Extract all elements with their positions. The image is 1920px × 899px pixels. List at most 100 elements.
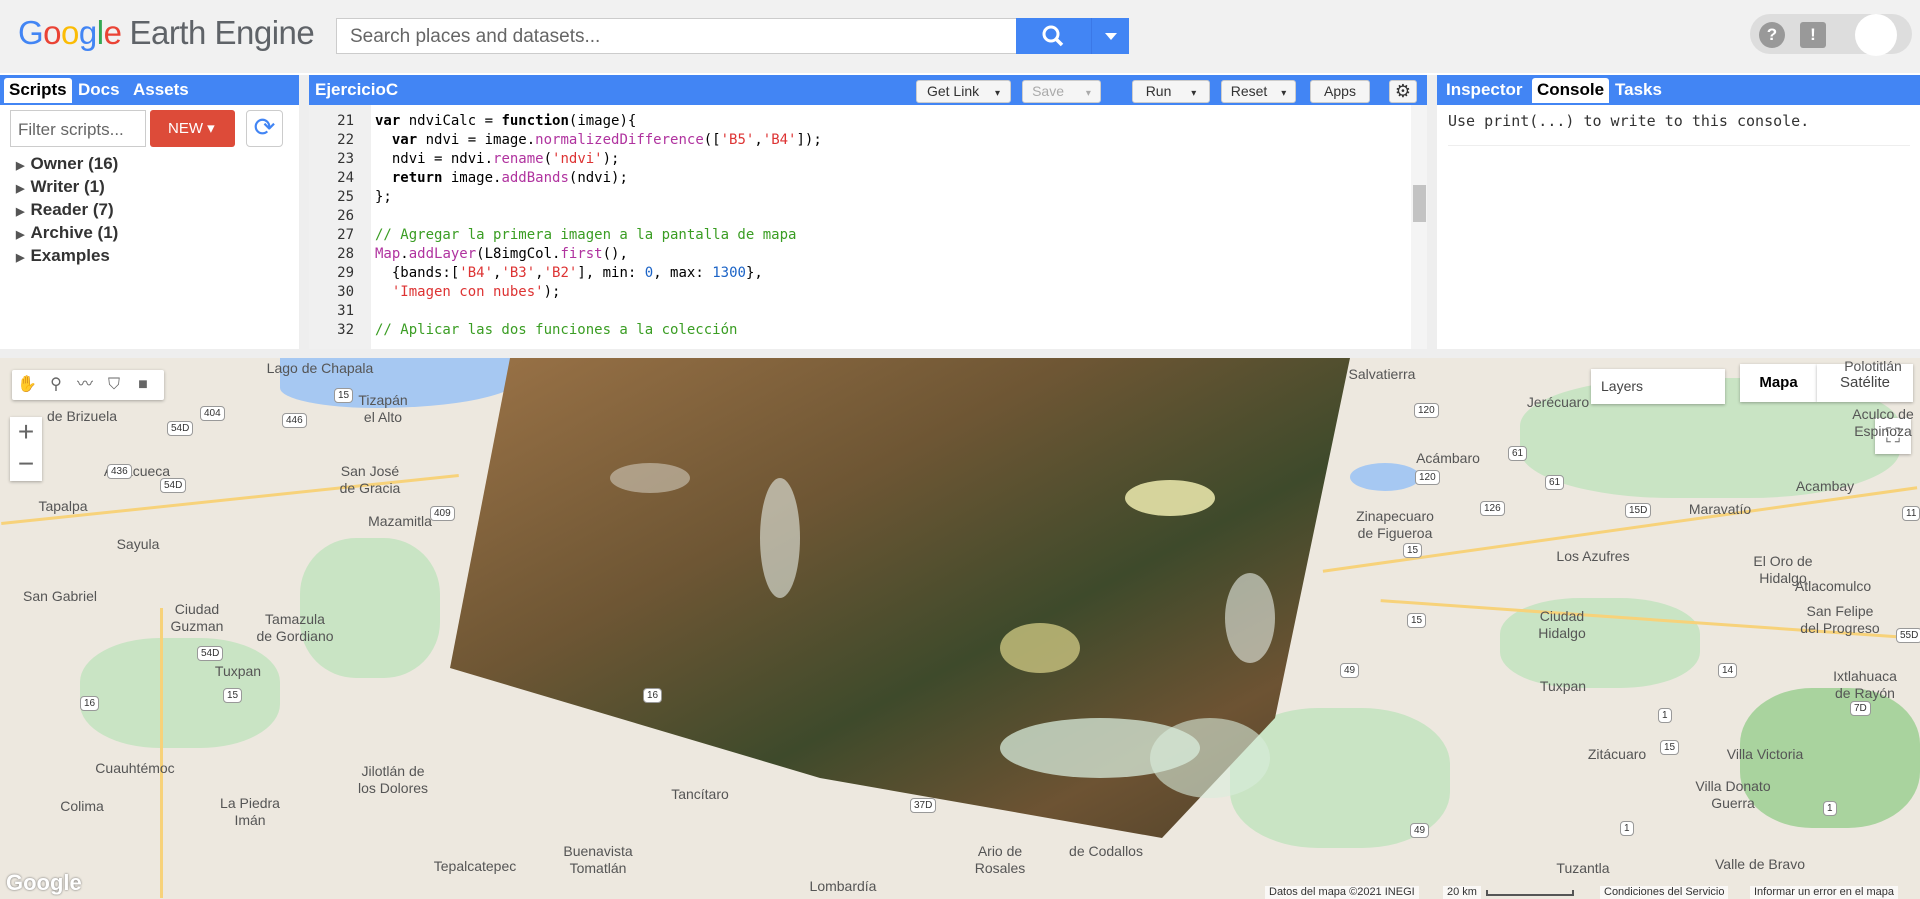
map-place-label: Los Azufres: [1556, 548, 1630, 564]
scripts-panel: Filter scripts... NEW ▾ ⟳ ▶ Owner (16) ▶ W…: [0, 105, 299, 349]
code-line: // Agregar la primera imagen a la pantal…: [375, 227, 797, 243]
panel-divider[interactable]: [1427, 75, 1437, 349]
search-button[interactable]: [1016, 18, 1091, 54]
map-type-mapa[interactable]: Mapa: [1740, 364, 1817, 402]
map-place-label: Jerécuaro: [1526, 394, 1590, 410]
zoom-out-button[interactable]: −: [10, 449, 42, 481]
caret-right-icon: ▶: [16, 206, 25, 218]
road-shield: 15: [334, 388, 354, 403]
marker-icon[interactable]: ⚲: [45, 374, 67, 396]
tree-item-owner[interactable]: ▶ Owner (16): [16, 154, 118, 174]
save-button[interactable]: Save ▾: [1022, 80, 1101, 103]
map-place-label: Salvatierra: [1348, 366, 1416, 382]
road-shield: 15D: [1625, 503, 1652, 518]
map-place-label: Tapalpa: [38, 498, 88, 514]
code-line: ndvi = ndvi.rename('ndvi');: [375, 151, 620, 167]
tab-assets[interactable]: Assets: [128, 78, 194, 103]
line-number: 32: [337, 322, 354, 338]
script-title: EjercicioC: [315, 80, 399, 99]
tab-inspector[interactable]: Inspector: [1441, 78, 1528, 103]
code-line: Map.addLayer(L8imgCol.first(),: [375, 246, 628, 262]
tree-item-reader[interactable]: ▶ Reader (7): [16, 200, 114, 220]
map-place-label: Lago de Chapala: [266, 360, 374, 376]
road-shield: 61: [1545, 475, 1565, 490]
map-place-label: Villa Victoria: [1726, 746, 1804, 762]
road-shield: 120: [1415, 470, 1440, 485]
filter-scripts-input[interactable]: Filter scripts...: [10, 110, 146, 147]
map-place-label: La Piedra Imán: [220, 795, 280, 828]
road-shield: 16: [80, 696, 100, 711]
map-place-label: Acambay: [1795, 478, 1855, 494]
tab-scripts[interactable]: Scripts: [4, 78, 72, 103]
avatar[interactable]: [1855, 14, 1897, 56]
run-button[interactable]: Run ▾: [1132, 80, 1210, 103]
rectangle-icon[interactable]: ■: [132, 374, 154, 396]
layers-button[interactable]: Layers: [1591, 369, 1725, 404]
road-shield: 15: [1403, 543, 1423, 558]
scrollbar-thumb[interactable]: [1413, 185, 1426, 222]
code-line: var ndviCalc = function(image){: [375, 113, 637, 129]
tree-item-archive[interactable]: ▶ Archive (1): [16, 223, 118, 243]
map-place-label: Tuzantla: [1556, 860, 1610, 876]
new-button[interactable]: NEW ▾: [150, 110, 235, 147]
editor-scrollbar[interactable]: [1411, 105, 1427, 349]
polygon-icon[interactable]: ⛉: [103, 374, 125, 396]
reset-button[interactable]: Reset ▾: [1221, 80, 1296, 103]
map-data-attribution: Datos del mapa ©2021 INEGI: [1265, 886, 1419, 899]
tree-item-examples[interactable]: ▶ Examples: [16, 246, 110, 266]
gear-icon[interactable]: ⚙: [1389, 80, 1417, 103]
apps-button[interactable]: Apps: [1310, 80, 1370, 103]
caret-right-icon: ▶: [16, 160, 25, 172]
zoom-in-button[interactable]: +: [10, 417, 42, 449]
help-icon[interactable]: ?: [1759, 22, 1785, 48]
road-shield: 1: [1658, 708, 1672, 723]
line-number: 23: [337, 151, 354, 167]
search-dropdown-button[interactable]: [1091, 18, 1129, 54]
map-place-label: San Felipe del Progreso: [1800, 603, 1880, 636]
map-divider[interactable]: [0, 349, 1920, 358]
search-input[interactable]: Search places and datasets...: [336, 18, 1017, 54]
road-shield: 16: [643, 688, 663, 703]
road-shield: 14: [1718, 663, 1738, 678]
line-icon[interactable]: 〰: [74, 374, 96, 396]
hand-icon[interactable]: ✋: [16, 374, 38, 396]
tab-docs[interactable]: Docs: [73, 78, 125, 103]
feedback-icon[interactable]: !: [1800, 22, 1826, 48]
map-place-label: Zitácuaro: [1587, 746, 1647, 762]
map-place-label: Polotitlán: [1844, 358, 1902, 374]
landsat-image-layer: [450, 358, 1350, 838]
road-shield: 1: [1620, 821, 1634, 836]
map-place-label: Zinapecuaro de Figueroa: [1356, 508, 1434, 541]
map-place-label: Acámbaro: [1416, 450, 1480, 466]
code-editor[interactable]: 21 var ndviCalc = function(image){ 22 var…: [309, 105, 1427, 349]
road-shield: 15: [1660, 740, 1680, 755]
map-place-label: Lombardía: [809, 878, 877, 894]
tree-item-writer[interactable]: ▶ Writer (1): [16, 177, 105, 197]
line-number: 28: [337, 246, 354, 262]
zoom-control: + −: [10, 417, 42, 481]
map-place-label: Valle de Bravo: [1714, 856, 1806, 872]
map-place-label: Buenavista Tomatlán: [563, 843, 633, 876]
get-link-button[interactable]: Get Link ▾: [916, 80, 1011, 103]
line-number: 31: [337, 303, 354, 319]
road: [160, 608, 163, 898]
map-place-label: Mazamitla: [368, 513, 432, 529]
terms-link[interactable]: Condiciones del Servicio: [1600, 886, 1729, 899]
panel-divider[interactable]: [299, 75, 309, 349]
map-place-label: Tamazula de Gordiano: [256, 611, 334, 644]
road-shield: 1: [1823, 801, 1837, 816]
tab-console[interactable]: Console: [1532, 78, 1610, 103]
map[interactable]: ✋ ⚲ 〰 ⛉ ■ + − Layers Mapa Satélite ⛶ Tiz…: [0, 358, 1920, 899]
drawing-tools: ✋ ⚲ 〰 ⛉ ■: [12, 370, 164, 400]
road-shield: 15: [1407, 613, 1427, 628]
report-error-link[interactable]: Informar un error en el mapa: [1750, 886, 1899, 899]
road-shield: 126: [1480, 501, 1505, 516]
tab-tasks[interactable]: Tasks: [1610, 78, 1667, 103]
road-shield: 61: [1508, 446, 1528, 461]
refresh-icon[interactable]: ⟳: [246, 110, 283, 147]
map-place-label: Tancítaro: [671, 786, 729, 802]
map-place-label: de Codallos: [1069, 843, 1143, 859]
map-place-label: de Brizuela: [46, 408, 118, 424]
map-place-label: Ixtlahuaca de Rayón: [1833, 668, 1897, 701]
road-shield: 7D: [1850, 701, 1871, 716]
